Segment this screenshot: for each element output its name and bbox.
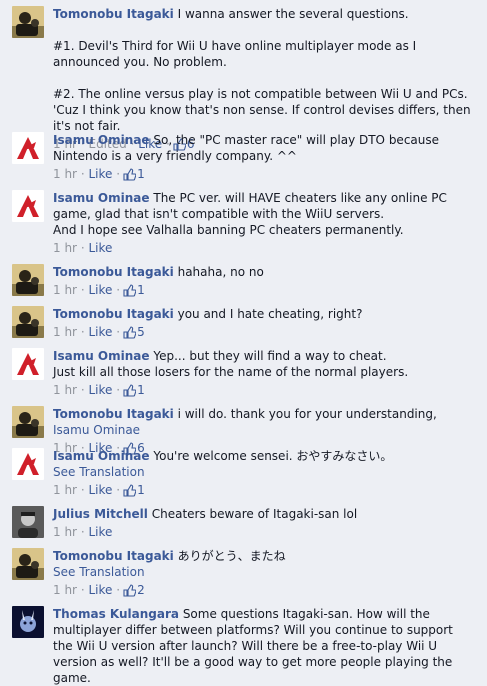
comment-text: And I hope see Valhalla banning PC cheat… bbox=[53, 223, 404, 237]
comment-text: #2. The online versus play is not compat… bbox=[53, 87, 471, 133]
like-count[interactable]: 1 bbox=[137, 383, 145, 397]
like-link[interactable]: Like bbox=[88, 283, 112, 297]
like-count[interactable]: 1 bbox=[137, 283, 145, 297]
like-link[interactable]: Like bbox=[88, 383, 112, 397]
timestamp[interactable]: 1 hr bbox=[53, 525, 77, 539]
comment-text: you and I hate cheating, right? bbox=[177, 307, 363, 321]
avatar-itagaki[interactable] bbox=[12, 6, 44, 38]
comment-meta: 1 hr · Like · 1 bbox=[53, 382, 473, 401]
mention-link[interactable]: Isamu Ominae bbox=[53, 423, 140, 437]
thumbs-up-icon bbox=[123, 326, 137, 343]
comment-meta: 1 hr · Like · 1 bbox=[53, 282, 473, 301]
comment-text: hahaha, no no bbox=[177, 265, 264, 279]
thumbs-up-icon bbox=[123, 284, 137, 301]
comment-text: I wanna answer the several questions. bbox=[177, 7, 409, 21]
comment-author[interactable]: Tomonobu Itagaki bbox=[53, 7, 174, 21]
comment-author[interactable]: Tomonobu Itagaki bbox=[53, 549, 174, 563]
comment-author[interactable]: Isamu Ominae bbox=[53, 449, 150, 463]
comment-author[interactable]: Isamu Ominae bbox=[53, 191, 150, 205]
avatar-ominae[interactable] bbox=[12, 348, 44, 380]
timestamp[interactable]: 1 hr bbox=[53, 167, 77, 181]
comment-text: Just kill all those losers for the name … bbox=[53, 365, 409, 379]
comment-author[interactable]: Tomonobu Itagaki bbox=[53, 307, 174, 321]
see-translation-link[interactable]: See Translation bbox=[53, 464, 473, 480]
thumbs-up-icon bbox=[123, 484, 137, 501]
comment-meta: 1 hr · Like · 5 bbox=[53, 324, 473, 343]
comment-author[interactable]: Isamu Ominae bbox=[53, 133, 150, 147]
comment-meta: 1 hr · Like bbox=[53, 525, 113, 539]
avatar-itagaki[interactable] bbox=[12, 548, 44, 580]
avatar-mitchell[interactable] bbox=[12, 506, 44, 538]
comment-author[interactable]: Tomonobu Itagaki bbox=[53, 265, 174, 279]
comment-text: i will do. thank you for your understand… bbox=[177, 407, 437, 421]
avatar-ominae[interactable] bbox=[12, 190, 44, 222]
like-link[interactable]: Like bbox=[88, 167, 112, 181]
comment-text: ありがとう、またね bbox=[177, 549, 286, 563]
comment-meta: 1 hr · Like · 2 bbox=[53, 582, 473, 601]
like-link[interactable]: Like bbox=[88, 525, 112, 539]
thumbs-up-icon bbox=[123, 168, 137, 185]
avatar-itagaki[interactable] bbox=[12, 406, 44, 438]
thumbs-up-icon bbox=[123, 384, 137, 401]
like-count[interactable]: 1 bbox=[137, 483, 145, 497]
thumbs-up-icon bbox=[123, 584, 137, 601]
comment-text: You're welcome sensei. おやすみなさい。 bbox=[153, 449, 393, 463]
comment-author[interactable]: Tomonobu Itagaki bbox=[53, 407, 174, 421]
like-link[interactable]: Like bbox=[88, 483, 112, 497]
like-link[interactable]: Like bbox=[88, 241, 112, 255]
avatar-itagaki[interactable] bbox=[12, 306, 44, 338]
timestamp[interactable]: 1 hr bbox=[53, 583, 77, 597]
timestamp[interactable]: 1 hr bbox=[53, 283, 77, 297]
avatar-ominae[interactable] bbox=[12, 132, 44, 164]
timestamp[interactable]: 1 hr bbox=[53, 383, 77, 397]
comment-meta: 1 hr · Like bbox=[53, 241, 113, 255]
like-count[interactable]: 2 bbox=[137, 583, 145, 597]
avatar-ominae[interactable] bbox=[12, 448, 44, 480]
like-count[interactable]: 5 bbox=[137, 325, 145, 339]
timestamp[interactable]: 1 hr bbox=[53, 325, 77, 339]
timestamp[interactable]: 1 hr bbox=[53, 241, 77, 255]
like-link[interactable]: Like bbox=[88, 325, 112, 339]
see-translation-link[interactable]: See Translation bbox=[53, 564, 473, 580]
comment-text: #1. Devil's Third for Wii U have online … bbox=[53, 39, 417, 69]
comment-text: Yep... but they will find a way to cheat… bbox=[153, 349, 387, 363]
avatar-kulangara[interactable] bbox=[12, 606, 44, 638]
timestamp[interactable]: 1 hr bbox=[53, 483, 77, 497]
like-count[interactable]: 1 bbox=[137, 167, 145, 181]
avatar-itagaki[interactable] bbox=[12, 264, 44, 296]
comment-meta: 1 hr · Like · 1 bbox=[53, 166, 473, 185]
comment-text: Cheaters beware of Itagaki-san lol bbox=[151, 507, 358, 521]
like-link[interactable]: Like bbox=[88, 583, 112, 597]
comment-author[interactable]: Julius Mitchell bbox=[53, 507, 148, 521]
comment-meta: 1 hr · Like · 1 bbox=[53, 482, 473, 501]
comment-author[interactable]: Isamu Ominae bbox=[53, 349, 150, 363]
comment-author[interactable]: Thomas Kulangara bbox=[53, 607, 179, 621]
